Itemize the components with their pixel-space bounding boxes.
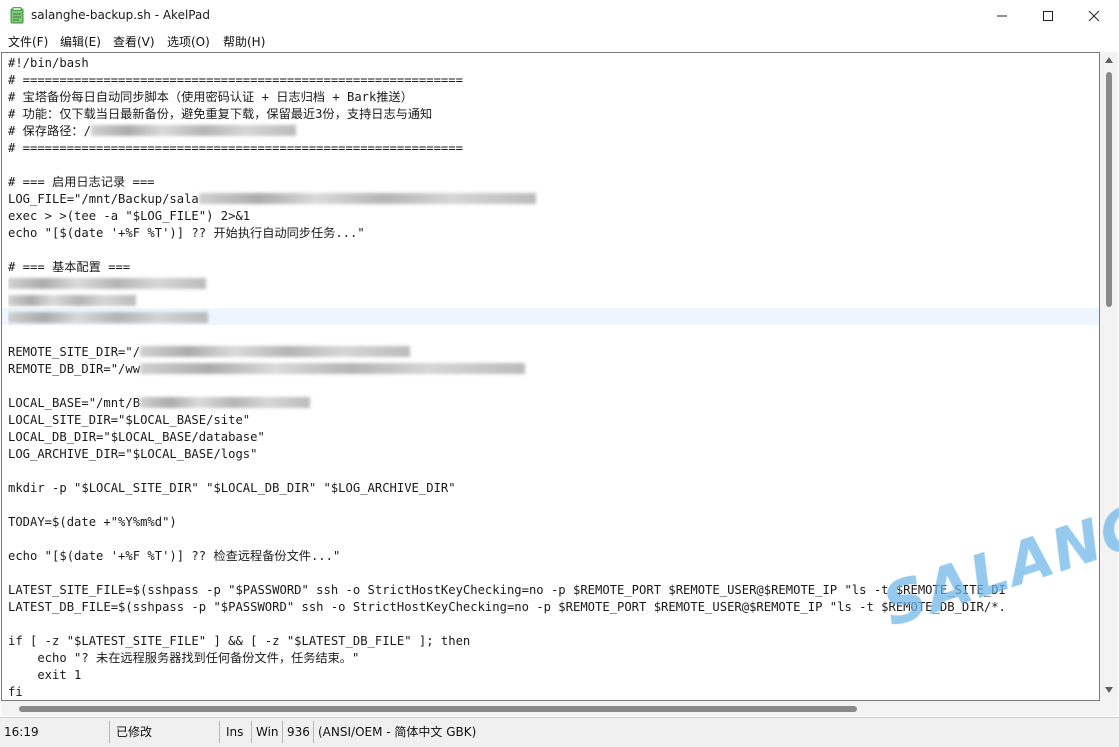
notepad-app-icon bbox=[10, 7, 24, 24]
status-newline-format[interactable]: Win bbox=[252, 721, 283, 743]
code-line: # 功能：仅下载当日最新备份，避免重复下载，保留最近3份，支持日志与通知 bbox=[8, 107, 433, 121]
scroll-down-arrow-icon[interactable] bbox=[1105, 687, 1113, 693]
code-line: # === 启用日志记录 === bbox=[8, 175, 155, 189]
code-line: if [ -z "$LATEST_SITE_FILE" ] && [ -z "$… bbox=[8, 634, 471, 648]
code-line: REMOTE_SITE_DIR="/ bbox=[8, 344, 411, 361]
menu-view[interactable]: 查看(V) bbox=[113, 33, 155, 50]
vertical-scrollbar[interactable] bbox=[1100, 52, 1118, 701]
redacted-text bbox=[8, 278, 206, 289]
code-line: fi bbox=[8, 685, 23, 699]
code-line: LOG_FILE="/mnt/Backup/sala bbox=[8, 191, 536, 208]
status-bar: 16:19 已修改 Ins Win 936 (ANSI/OEM - 简体中文 G… bbox=[0, 717, 1119, 747]
code-line bbox=[8, 310, 208, 327]
maximize-button[interactable] bbox=[1025, 0, 1071, 31]
code-line: REMOTE_DB_DIR="/ww bbox=[8, 361, 526, 378]
horizontal-scrollbar[interactable] bbox=[1, 701, 1118, 716]
redacted-text bbox=[8, 295, 136, 306]
code-line: # ======================================… bbox=[8, 73, 463, 87]
status-modified: 已修改 bbox=[112, 721, 220, 743]
menu-file[interactable]: 文件(F) bbox=[8, 33, 48, 50]
menu-help[interactable]: 帮助(H) bbox=[223, 33, 265, 50]
code-line: LOCAL_DB_DIR="$LOCAL_BASE/database" bbox=[8, 430, 265, 444]
code-line: # 保存路径：/ bbox=[8, 123, 296, 140]
code-line: #!/bin/bash bbox=[8, 56, 89, 70]
code-line: echo "[$(date '+%F %T')] ?? 开始执行自动同步任务..… bbox=[8, 226, 365, 240]
redacted-text bbox=[198, 193, 536, 204]
vertical-scroll-thumb[interactable] bbox=[1106, 72, 1112, 307]
code-line: # ======================================… bbox=[8, 141, 463, 155]
code-line: LATEST_SITE_FILE=$(sshpass -p "$PASSWORD… bbox=[8, 583, 1006, 597]
code-line: TODAY=$(date +"%Y%m%d") bbox=[8, 515, 177, 529]
code-line: # === 基本配置 === bbox=[8, 260, 131, 274]
text-editor[interactable]: #!/bin/bash # ==========================… bbox=[1, 52, 1100, 701]
maximize-icon bbox=[1043, 11, 1053, 21]
menu-bar: 文件(F) 编辑(E) 查看(V) 选项(O) 帮助(H) bbox=[0, 31, 1119, 52]
redacted-text bbox=[140, 397, 311, 408]
close-icon bbox=[1088, 10, 1100, 22]
code-line: exit 1 bbox=[8, 668, 82, 682]
menu-edit[interactable]: 编辑(E) bbox=[60, 33, 101, 50]
code-area[interactable]: #!/bin/bash # ==========================… bbox=[8, 55, 1098, 700]
code-line: echo "[$(date '+%F %T')] ?? 检查远程备份文件..." bbox=[8, 549, 341, 563]
redacted-text bbox=[140, 346, 411, 357]
code-line: LOCAL_SITE_DIR="$LOCAL_BASE/site" bbox=[8, 413, 251, 427]
scroll-up-arrow-icon[interactable] bbox=[1105, 57, 1113, 63]
minimize-button[interactable] bbox=[979, 0, 1025, 31]
akelpad-window: salanghe-backup.sh - AkelPad 文件(F) 编辑(E)… bbox=[0, 0, 1119, 747]
redacted-text bbox=[140, 363, 526, 374]
code-line bbox=[8, 276, 206, 293]
code-line: exec > >(tee -a "$LOG_FILE") 2>&1 bbox=[8, 209, 251, 223]
horizontal-scroll-thumb[interactable] bbox=[19, 706, 857, 712]
menu-options[interactable]: 选项(O) bbox=[167, 33, 210, 50]
code-line: LATEST_DB_FILE=$(sshpass -p "$PASSWORD" … bbox=[8, 600, 1006, 614]
code-line: mkdir -p "$LOCAL_SITE_DIR" "$LOCAL_DB_DI… bbox=[8, 481, 456, 495]
status-codepage-name[interactable]: (ANSI/OEM - 简体中文 GBK) bbox=[314, 721, 614, 743]
code-line: # 宝塔备份每日自动同步脚本（使用密码认证 + 日志归档 + Bark推送） bbox=[8, 90, 413, 104]
redacted-text bbox=[8, 312, 208, 323]
close-button[interactable] bbox=[1071, 0, 1117, 31]
window-title: salanghe-backup.sh - AkelPad bbox=[31, 8, 210, 22]
status-insert-mode[interactable]: Ins bbox=[222, 721, 252, 743]
title-bar[interactable]: salanghe-backup.sh - AkelPad bbox=[0, 0, 1119, 31]
code-line: echo "? 未在远程服务器找到任何备份文件，任务结束。" bbox=[8, 651, 360, 665]
code-line bbox=[8, 293, 136, 310]
minimize-icon bbox=[997, 15, 1007, 17]
status-cursor-position: 16:19 bbox=[0, 721, 110, 743]
code-line: LOG_ARCHIVE_DIR="$LOCAL_BASE/logs" bbox=[8, 447, 258, 461]
redacted-text bbox=[90, 125, 296, 136]
status-codepage-number[interactable]: 936 bbox=[283, 721, 314, 743]
code-line: LOCAL_BASE="/mnt/B bbox=[8, 395, 311, 412]
